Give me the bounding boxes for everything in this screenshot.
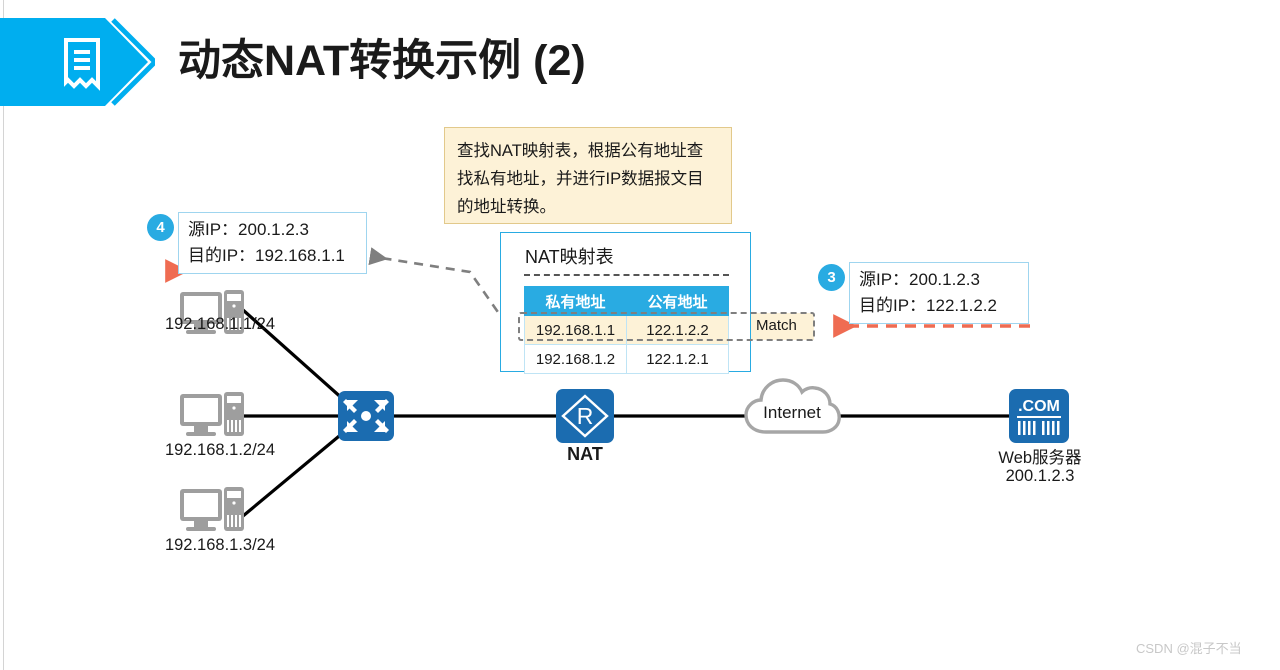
router-label: NAT xyxy=(567,444,603,464)
cloud-label: Internet xyxy=(763,403,821,422)
packet-box-step3: 源IP：200.1.2.3 目的IP：122.1.2.2 xyxy=(849,262,1029,324)
server-label: Web服务器 xyxy=(998,449,1082,467)
match-label: Match xyxy=(756,317,797,334)
svg-text:.COM: .COM xyxy=(1018,398,1060,415)
step-badge-4: 4 xyxy=(147,214,174,241)
pc-label-3: 192.168.1.3/24 xyxy=(164,536,276,554)
nat-mapping-divider xyxy=(524,274,729,276)
pc-label-2: 192.168.1.2/24 xyxy=(164,441,276,459)
packet-src-line: 源IP：200.1.2.3 xyxy=(859,270,980,289)
table-row[interactable]: 192.168.1.2 122.1.2.1 xyxy=(524,344,729,374)
watermark: CSDN @混子不当 xyxy=(1136,641,1242,656)
cell-private-address: 192.168.1.2 xyxy=(524,344,627,374)
server-ip-label: 200.1.2.3 xyxy=(1005,467,1075,485)
packet-dst-line: 目的IP：122.1.2.2 xyxy=(859,296,997,315)
table-to-packet-pointer xyxy=(368,247,518,339)
router-r-icon[interactable]: R xyxy=(556,389,614,443)
slide-canvas: 动态NAT转换示例 (2) 查找NAT映射表，根据公有地址查找私有地址，并进行I… xyxy=(0,0,1280,670)
packet-dst-line: 目的IP：192.168.1.1 xyxy=(188,246,345,265)
pc-icon-2[interactable] xyxy=(180,392,244,442)
web-server-com-icon[interactable]: .COM xyxy=(1009,389,1069,443)
nat-mapping-title: NAT映射表 xyxy=(525,247,614,267)
switch-icon[interactable] xyxy=(338,391,394,441)
packet-src-line: 源IP：200.1.2.3 xyxy=(188,220,309,239)
packet-box-step4: 源IP：200.1.2.3 目的IP：192.168.1.1 xyxy=(178,212,367,274)
pc-label-1: 192.168.1.1/24 xyxy=(164,315,276,333)
step-badge-3: 3 xyxy=(818,264,845,291)
cell-public-address: 122.1.2.1 xyxy=(626,344,729,374)
svg-text:R: R xyxy=(577,403,594,429)
pc-icon-3[interactable] xyxy=(180,487,244,537)
